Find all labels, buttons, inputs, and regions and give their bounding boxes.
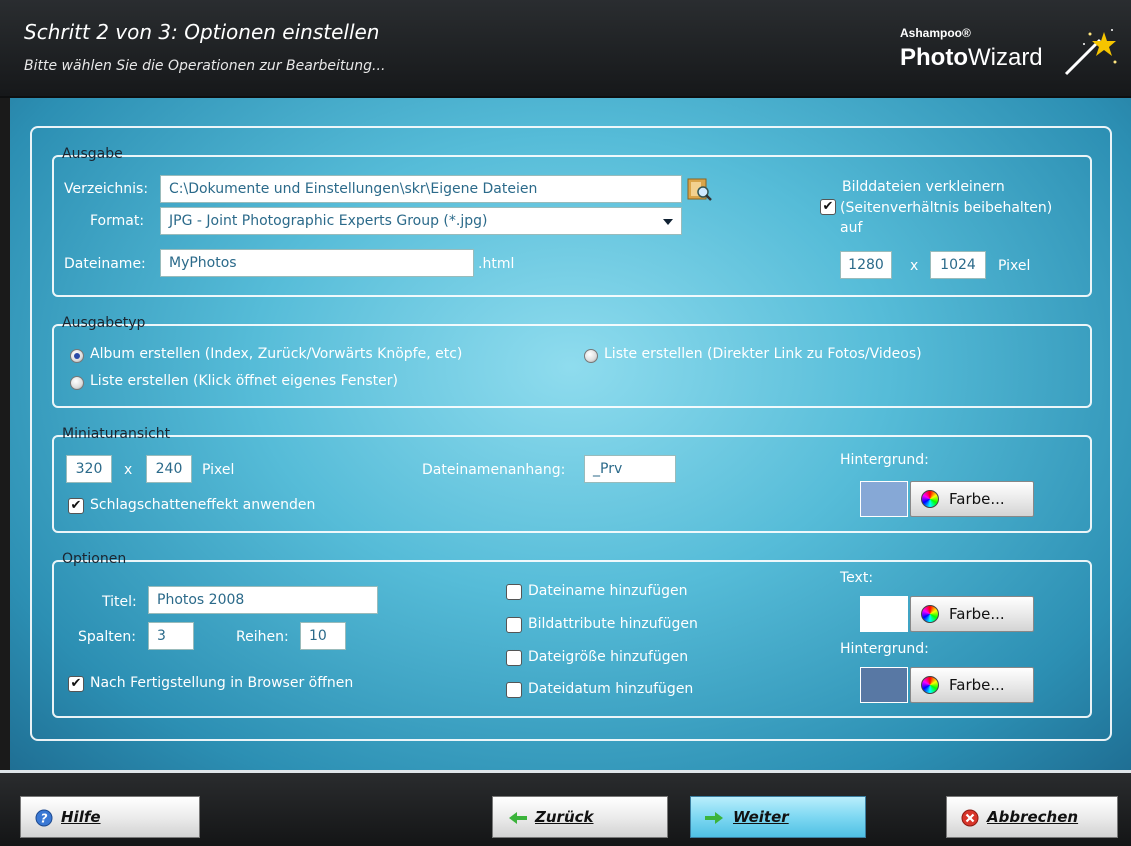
browse-folder-icon[interactable] <box>686 176 714 202</box>
verzeichnis-input[interactable]: C:\Dokumente und Einstellungen\skr\Eigen… <box>160 175 682 203</box>
color-button-label: Farbe... <box>949 490 1005 508</box>
group-ausgabetyp: Ausgabetyp Album erstellen (Index, Zurüc… <box>52 315 1092 408</box>
page-bg-label: Hintergrund: <box>840 641 929 657</box>
group-legend: Optionen <box>62 551 127 567</box>
resize-height-input[interactable]: 1024 <box>930 251 986 279</box>
thumb-width-input[interactable]: 320 <box>66 455 112 483</box>
group-legend: Ausgabetyp <box>62 315 146 331</box>
resize-label-1: Bilddateien verkleinern <box>842 179 1005 195</box>
product-logo: PhotoWizard <box>900 44 1043 71</box>
cb-dateiname-label: Dateiname hinzufügen <box>528 583 688 599</box>
titel-label: Titel: <box>102 594 137 610</box>
thumb-height-input[interactable]: 240 <box>146 455 192 483</box>
color-wheel-icon <box>921 676 939 694</box>
thumb-bg-color-button[interactable]: Farbe... <box>910 481 1034 517</box>
format-label: Format: <box>90 213 145 229</box>
text-color-label: Text: <box>840 570 874 586</box>
radio-album[interactable] <box>70 349 84 363</box>
back-button[interactable]: Zurück <box>492 796 668 838</box>
cb-dateigroesse-label: Dateigröße hinzufügen <box>528 649 689 665</box>
resize-label-2: (Seitenverhältnis beibehalten) <box>840 200 1053 216</box>
resize-checkbox[interactable]: ✔ <box>820 199 836 215</box>
next-button-label: Weiter <box>733 808 789 826</box>
color-button-label: Farbe... <box>949 676 1005 694</box>
shadow-checkbox[interactable]: ✔ <box>68 498 84 514</box>
spalten-label: Spalten: <box>78 629 136 645</box>
verzeichnis-label: Verzeichnis: <box>64 181 149 197</box>
dateiname-label: Dateiname: <box>64 256 146 272</box>
next-button[interactable]: Weiter <box>690 796 866 838</box>
arrow-left-icon <box>509 812 527 824</box>
wizard-content: Ausgabe Verzeichnis: C:\Dokumente und Ei… <box>10 98 1131 770</box>
titel-input[interactable]: Photos 2008 <box>148 586 378 614</box>
resize-width-input[interactable]: 1280 <box>840 251 892 279</box>
color-button-label: Farbe... <box>949 605 1005 623</box>
magic-wand-icon <box>1064 29 1117 76</box>
dateiname-input[interactable]: MyPhotos <box>160 249 474 277</box>
suffix-input[interactable]: _Prv <box>584 455 676 483</box>
format-select[interactable]: JPG - Joint Photographic Experts Group (… <box>160 207 682 235</box>
brand-name: Ashampoo® <box>900 26 971 40</box>
group-legend: Ausgabe <box>62 146 123 162</box>
group-optionen: Optionen Titel: Photos 2008 Spalten: 3 R… <box>52 551 1092 718</box>
radio-liste-direkt[interactable] <box>584 349 598 363</box>
radio-liste-fenster[interactable] <box>70 376 84 390</box>
browser-label: Nach Fertigstellung in Browser öffnen <box>90 675 354 691</box>
back-button-label: Zurück <box>535 808 594 826</box>
spalten-input[interactable]: 3 <box>148 622 194 650</box>
format-select-value: JPG - Joint Photographic Experts Group (… <box>169 213 488 229</box>
cb-dateidatum[interactable] <box>506 682 522 698</box>
page-bg-swatch <box>860 667 908 703</box>
cancel-icon <box>961 809 979 827</box>
radio-album-label[interactable]: Album erstellen (Index, Zurück/Vorwärts … <box>90 346 462 362</box>
browser-checkbox[interactable]: ✔ <box>68 676 84 692</box>
color-wheel-icon <box>921 605 939 623</box>
thumb-bg-swatch <box>860 481 908 517</box>
chevron-down-icon <box>663 219 673 225</box>
group-ausgabe: Ausgabe Verzeichnis: C:\Dokumente und Ei… <box>52 146 1092 297</box>
shadow-label: Schlagschatteneffekt anwenden <box>90 497 316 513</box>
page-title: Schritt 2 von 3: Optionen einstellen <box>24 20 380 44</box>
text-color-button[interactable]: Farbe... <box>910 596 1034 632</box>
thumb-unit-label: Pixel <box>202 462 235 478</box>
group-miniaturansicht: Miniaturansicht 320 x 240 Pixel Dateinam… <box>52 426 1092 533</box>
resize-label-3: auf <box>840 220 863 236</box>
svg-text:?: ? <box>41 812 48 826</box>
cb-bildattribute-label: Bildattribute hinzufügen <box>528 616 698 632</box>
reihen-label: Reihen: <box>236 629 289 645</box>
radio-liste-fenster-label[interactable]: Liste erstellen (Klick öffnet eigenes Fe… <box>90 373 398 389</box>
suffix-label: Dateinamenanhang: <box>422 462 566 478</box>
cb-bildattribute[interactable] <box>506 617 522 633</box>
reihen-input[interactable]: 10 <box>300 622 346 650</box>
page-subtitle: Bitte wählen Sie die Operationen zur Bea… <box>24 58 386 74</box>
thumb-bg-label: Hintergrund: <box>840 452 929 468</box>
cb-dateiname[interactable] <box>506 584 522 600</box>
cb-dateidatum-label: Dateidatum hinzufügen <box>528 681 694 697</box>
cancel-button[interactable]: Abbrechen <box>946 796 1118 838</box>
page-bg-color-button[interactable]: Farbe... <box>910 667 1034 703</box>
group-legend: Miniaturansicht <box>62 426 171 442</box>
help-icon: ? <box>35 809 53 827</box>
resize-unit-label: Pixel <box>998 258 1031 274</box>
help-button-label: Hilfe <box>61 808 101 826</box>
cancel-button-label: Abbrechen <box>987 808 1079 826</box>
radio-liste-direkt-label[interactable]: Liste erstellen (Direkter Link zu Fotos/… <box>604 346 922 362</box>
wizard-footer: ? Hilfe Zurück Weiter Abbrechen <box>0 770 1131 846</box>
text-color-swatch <box>860 596 908 632</box>
resize-times-label: x <box>910 258 919 274</box>
thumb-times-label: x <box>124 462 133 478</box>
cb-dateigroesse[interactable] <box>506 650 522 666</box>
wizard-header: Schritt 2 von 3: Optionen einstellen Bit… <box>0 0 1131 98</box>
dateiname-extension: .html <box>478 256 515 272</box>
color-wheel-icon <box>921 490 939 508</box>
arrow-right-icon <box>705 812 723 824</box>
help-button[interactable]: ? Hilfe <box>20 796 200 838</box>
